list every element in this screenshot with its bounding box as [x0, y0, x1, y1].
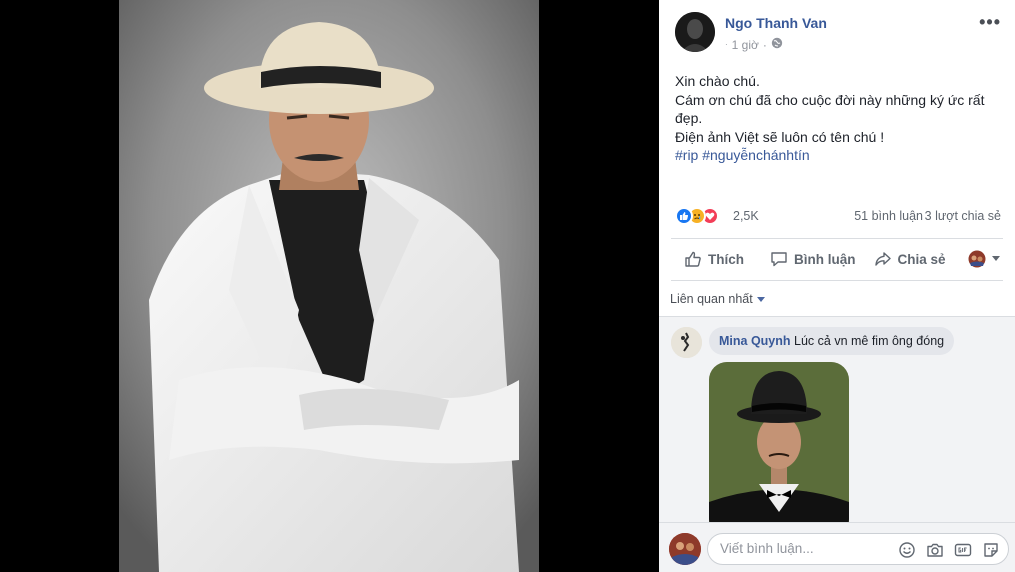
like-label: Thích — [708, 251, 744, 267]
divider — [671, 238, 1003, 239]
comment-composer — [659, 522, 1015, 572]
current-user-avatar[interactable] — [669, 533, 701, 565]
divider — [671, 280, 1003, 281]
like-reaction-icon — [675, 207, 693, 225]
photo-viewer — [0, 0, 659, 572]
page-avatar-icon — [968, 250, 986, 268]
dot-separator: · — [762, 37, 767, 52]
post-text-line: Cám ơn chú đã cho cuộc đời này những ký … — [675, 91, 985, 127]
post-side-panel: Ngo Thanh Van · 1 giờ · ••• Xin chào chú… — [659, 0, 1015, 572]
share-label: Chia sẻ — [897, 251, 946, 267]
post-hashtags[interactable]: #rip #nguyễnchánhtín — [675, 146, 1000, 165]
post-photo[interactable] — [119, 0, 539, 572]
chevron-down-icon — [756, 292, 765, 306]
reactions-summary: 2,5K 51 bình luận 3 lượt chia sẻ — [675, 206, 1005, 228]
reaction-count[interactable]: 2,5K — [733, 209, 759, 223]
dot-separator: · — [725, 40, 728, 49]
emoji-icon[interactable] — [898, 541, 916, 559]
chevron-down-icon — [991, 256, 1000, 262]
sticker-icon[interactable] — [982, 541, 1000, 559]
composer-tools — [898, 541, 1000, 559]
thumbs-up-icon — [684, 250, 702, 268]
post-header: Ngo Thanh Van · 1 giờ · ••• — [675, 12, 1003, 56]
comment-bubble: Mina Quynh Lúc cả vn mê fim ông đóng — [709, 327, 955, 355]
post-text-line: Xin chào chú. — [675, 73, 760, 89]
comment-photo[interactable] — [709, 362, 849, 530]
comment-text: Lúc cả vn mê fim ông đóng — [794, 334, 945, 348]
action-bar: Thích Bình luận Chia sẻ — [671, 244, 1003, 274]
like-button[interactable]: Thích — [684, 250, 744, 268]
reaction-as-selector[interactable] — [968, 250, 1000, 268]
comment-sort-dropdown[interactable]: Liên quan nhất — [670, 292, 765, 306]
post-time[interactable]: 1 giờ — [732, 38, 759, 52]
camera-icon[interactable] — [926, 541, 944, 559]
more-icon[interactable]: ••• — [979, 13, 1001, 31]
commenter-name[interactable]: Mina Quynh — [719, 334, 791, 348]
share-button[interactable]: Chia sẻ — [874, 250, 946, 268]
globe-icon[interactable] — [771, 37, 783, 52]
comment-button[interactable]: Bình luận — [770, 250, 856, 268]
comments-area: Mina Quynh Lúc cả vn mê fim ông đóng — [659, 316, 1015, 530]
post-text-line: Điện ảnh Việt sẽ luôn có tên chú ! — [675, 128, 885, 145]
comment-input[interactable] — [720, 541, 890, 556]
author-avatar[interactable] — [675, 12, 715, 52]
comment-bubble-icon — [770, 250, 788, 268]
comment-label: Bình luận — [794, 251, 856, 267]
comment-sort-label: Liên quan nhất — [670, 292, 753, 306]
author-name[interactable]: Ngo Thanh Van — [725, 15, 827, 31]
comment-count[interactable]: 51 bình luận — [854, 209, 923, 223]
post-meta: · 1 giờ · — [725, 37, 783, 52]
share-count[interactable]: 3 lượt chia sẻ — [925, 209, 1001, 223]
commenter-avatar[interactable] — [671, 327, 702, 358]
comment-input-box[interactable] — [707, 533, 1009, 565]
share-arrow-icon — [874, 250, 892, 268]
post-text: Xin chào chú. Cám ơn chú đã cho cuộc đời… — [675, 72, 1000, 165]
gif-icon[interactable] — [954, 541, 972, 559]
reaction-icons[interactable] — [675, 207, 719, 225]
